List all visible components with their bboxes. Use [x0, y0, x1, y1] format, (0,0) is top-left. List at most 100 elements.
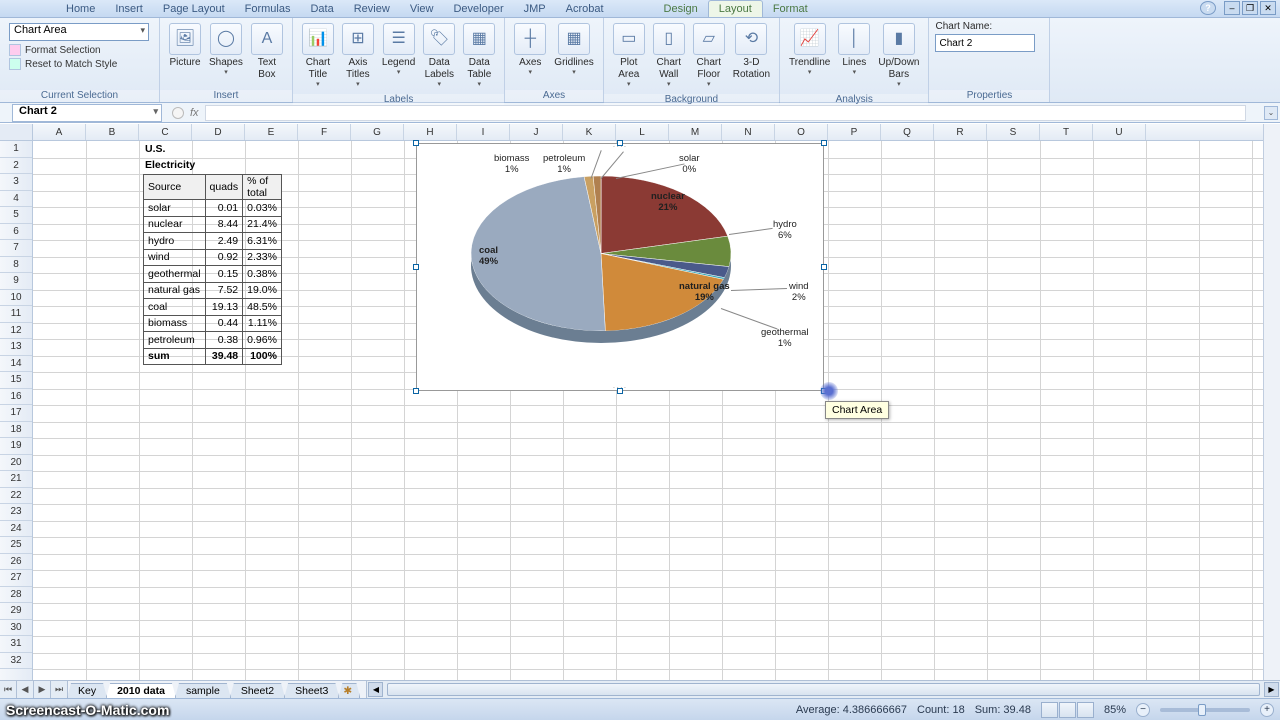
scroll-right-button[interactable]: ▶ [1264, 682, 1279, 697]
new-sheet-button[interactable]: ✱ [338, 683, 360, 698]
trendline-button[interactable]: 📈Trendline▾ [785, 21, 834, 79]
zoom-level[interactable]: 85% [1104, 704, 1126, 716]
name-box[interactable]: Chart 2 [12, 104, 162, 122]
zoom-thumb[interactable] [1198, 704, 1206, 716]
zoom-out-button[interactable]: − [1136, 703, 1150, 717]
tab-data[interactable]: Data [300, 1, 343, 17]
horizontal-scrollbar[interactable]: ◀ ▶ [366, 681, 1280, 698]
plot-area-button[interactable]: ▭Plot Area▾ [609, 21, 649, 91]
sheet-nav-first[interactable]: ⏮ [0, 681, 17, 698]
resize-handle[interactable] [413, 264, 419, 270]
row-header[interactable]: 8 [0, 257, 32, 274]
format-selection-button[interactable]: Format Selection [5, 43, 105, 57]
resize-handle[interactable] [413, 140, 419, 146]
row-header[interactable]: 28 [0, 587, 32, 604]
row-header[interactable]: 9 [0, 273, 32, 290]
row-header[interactable]: 14 [0, 356, 32, 373]
sheet-tab[interactable]: Key [67, 683, 107, 698]
tab-developer[interactable]: Developer [443, 1, 513, 17]
row-header[interactable]: 13 [0, 339, 32, 356]
sheet-tab[interactable]: Sheet2 [230, 683, 285, 698]
row-header[interactable]: 21 [0, 471, 32, 488]
scroll-left-button[interactable]: ◀ [368, 682, 383, 697]
tab-home[interactable]: Home [56, 1, 105, 17]
sheet-tab[interactable]: 2010 data [106, 683, 176, 698]
tab-acrobat[interactable]: Acrobat [556, 1, 614, 17]
data-table-button[interactable]: ▦Data Table▾ [459, 21, 499, 91]
pie-chart[interactable] [471, 176, 731, 331]
chart-title-button[interactable]: 📊Chart Title▾ [298, 21, 338, 91]
lines-button[interactable]: │Lines▾ [834, 21, 874, 79]
row-header[interactable]: 1 [0, 141, 32, 158]
row-header[interactable]: 29 [0, 603, 32, 620]
col-header[interactable]: N [722, 124, 775, 140]
col-header[interactable]: P [828, 124, 881, 140]
row-header[interactable]: 32 [0, 653, 32, 670]
col-header[interactable]: G [351, 124, 404, 140]
row-header[interactable]: 12 [0, 323, 32, 340]
col-header[interactable]: R [934, 124, 987, 140]
data-labels-button[interactable]: 🏷Data Labels▾ [419, 21, 459, 91]
reset-match-style-button[interactable]: Reset to Match Style [5, 57, 121, 71]
row-header[interactable]: 24 [0, 521, 32, 538]
col-header[interactable]: B [86, 124, 139, 140]
scroll-thumb[interactable] [387, 683, 1260, 696]
zoom-slider[interactable] [1160, 708, 1250, 712]
tab-jmp[interactable]: JMP [514, 1, 556, 17]
resize-handle[interactable] [821, 140, 827, 146]
row-header[interactable]: 6 [0, 224, 32, 241]
row-header[interactable]: 20 [0, 455, 32, 472]
row-header[interactable]: 17 [0, 405, 32, 422]
sheet-nav-prev[interactable]: ◀ [17, 681, 34, 698]
col-header[interactable]: O [775, 124, 828, 140]
cancel-formula-icon[interactable] [172, 107, 184, 119]
legend-button[interactable]: ☰Legend▾ [378, 21, 419, 79]
tab-page-layout[interactable]: Page Layout [153, 1, 235, 17]
col-header[interactable]: A [33, 124, 86, 140]
col-header[interactable]: K [563, 124, 616, 140]
col-header[interactable]: L [616, 124, 669, 140]
row-header[interactable]: 19 [0, 438, 32, 455]
picture-button[interactable]: 🖼Picture [165, 21, 205, 71]
fx-icon[interactable]: fx [190, 107, 199, 119]
row-header[interactable]: 15 [0, 372, 32, 389]
row-header[interactable]: 4 [0, 191, 32, 208]
col-header[interactable]: S [987, 124, 1040, 140]
chart-plot-area[interactable]: coal49% natural gas19% nuclear21% biomas… [421, 148, 819, 386]
row-header[interactable]: 3 [0, 174, 32, 191]
row-header[interactable]: 25 [0, 537, 32, 554]
col-header[interactable]: F [298, 124, 351, 140]
chart-name-input[interactable] [935, 34, 1035, 52]
tab-view[interactable]: View [400, 1, 444, 17]
resize-handle[interactable] [821, 264, 827, 270]
row-header[interactable]: 31 [0, 636, 32, 653]
col-header[interactable]: H [404, 124, 457, 140]
tab-insert[interactable]: Insert [105, 1, 153, 17]
tab-design[interactable]: Design [654, 1, 708, 17]
col-header[interactable]: T [1040, 124, 1093, 140]
minimize-button[interactable]: – [1224, 1, 1240, 15]
row-header[interactable]: 7 [0, 240, 32, 257]
axes-button[interactable]: ┼Axes▾ [510, 21, 550, 79]
row-header[interactable]: 16 [0, 389, 32, 406]
sheet-nav-next[interactable]: ▶ [34, 681, 51, 698]
select-all-corner[interactable] [0, 124, 33, 141]
row-header[interactable]: 2 [0, 158, 32, 175]
axis-titles-button[interactable]: ⊞Axis Titles▾ [338, 21, 378, 91]
row-header[interactable]: 5 [0, 207, 32, 224]
row-header[interactable]: 27 [0, 570, 32, 587]
col-header[interactable]: J [510, 124, 563, 140]
row-header[interactable]: 22 [0, 488, 32, 505]
resize-handle[interactable] [413, 388, 419, 394]
chart-wall-button[interactable]: ▯Chart Wall▾ [649, 21, 689, 91]
sheet-tab[interactable]: Sheet3 [284, 683, 339, 698]
help-icon[interactable]: ? [1200, 1, 1216, 15]
row-header[interactable]: 26 [0, 554, 32, 571]
formula-bar[interactable] [205, 105, 1246, 121]
row-header[interactable]: 10 [0, 290, 32, 307]
worksheet-grid[interactable]: ABCDEFGHIJKLMNOPQRSTU 123456789101112131… [0, 124, 1280, 680]
restore-button[interactable]: ❐ [1242, 1, 1258, 15]
sheet-nav-last[interactable]: ⏭ [51, 681, 68, 698]
sheet-tabs[interactable]: Key2010 datasampleSheet2Sheet3✱ [68, 681, 360, 698]
col-header[interactable]: M [669, 124, 722, 140]
